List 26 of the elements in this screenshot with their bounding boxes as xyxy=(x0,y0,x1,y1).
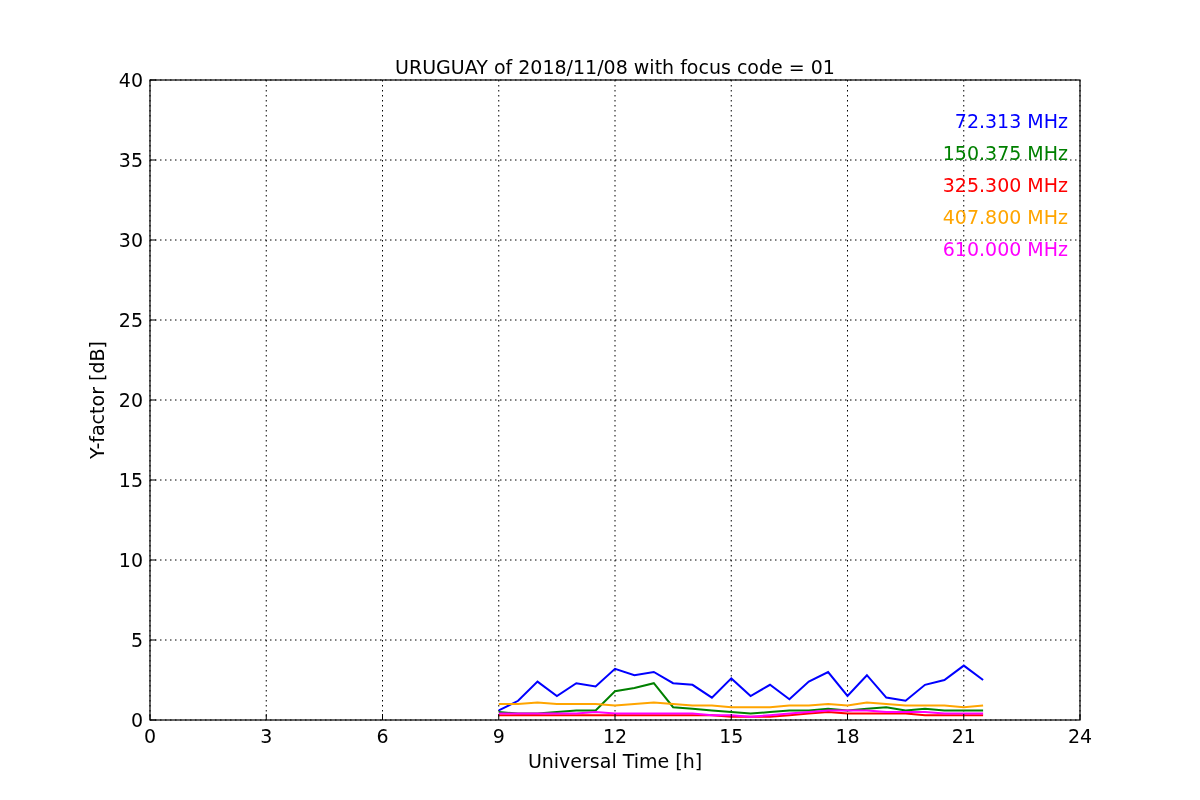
chart-title: URUGUAY of 2018/11/08 with focus code = 01 xyxy=(395,56,835,78)
legend-label: 407.800 MHz xyxy=(942,206,1068,228)
legend-label: 325.300 MHz xyxy=(942,174,1068,196)
y-tick-label: 40 xyxy=(118,69,143,91)
y-tick-label: 20 xyxy=(118,389,143,411)
x-tick-label: 15 xyxy=(719,725,744,747)
y-tick-label: 25 xyxy=(118,309,143,331)
x-axis-label: Universal Time [h] xyxy=(527,750,703,772)
y-tick-label: 35 xyxy=(118,149,143,171)
y-axis-label: Y-factor [dB] xyxy=(86,341,108,459)
x-tick-label: 12 xyxy=(602,725,628,747)
x-tick-label: 3 xyxy=(260,725,273,747)
legend-label: 610.000 MHz xyxy=(942,238,1068,260)
x-tick-label: 6 xyxy=(376,725,389,747)
legend-label: 72.313 MHz xyxy=(954,110,1068,132)
y-tick-label: 5 xyxy=(130,629,143,651)
x-tick-label: 21 xyxy=(951,725,976,747)
y-tick-label: 0 xyxy=(130,709,143,731)
x-tick-label: 0 xyxy=(143,725,157,747)
x-tick-label: 18 xyxy=(835,725,860,747)
y-tick-label: 30 xyxy=(118,229,143,251)
x-tick-label: 9 xyxy=(492,725,505,747)
x-tick-label: 24 xyxy=(1067,725,1093,747)
y-tick-label: 10 xyxy=(118,549,143,571)
y-tick-label: 15 xyxy=(118,469,143,491)
legend-label: 150.375 MHz xyxy=(942,142,1068,164)
